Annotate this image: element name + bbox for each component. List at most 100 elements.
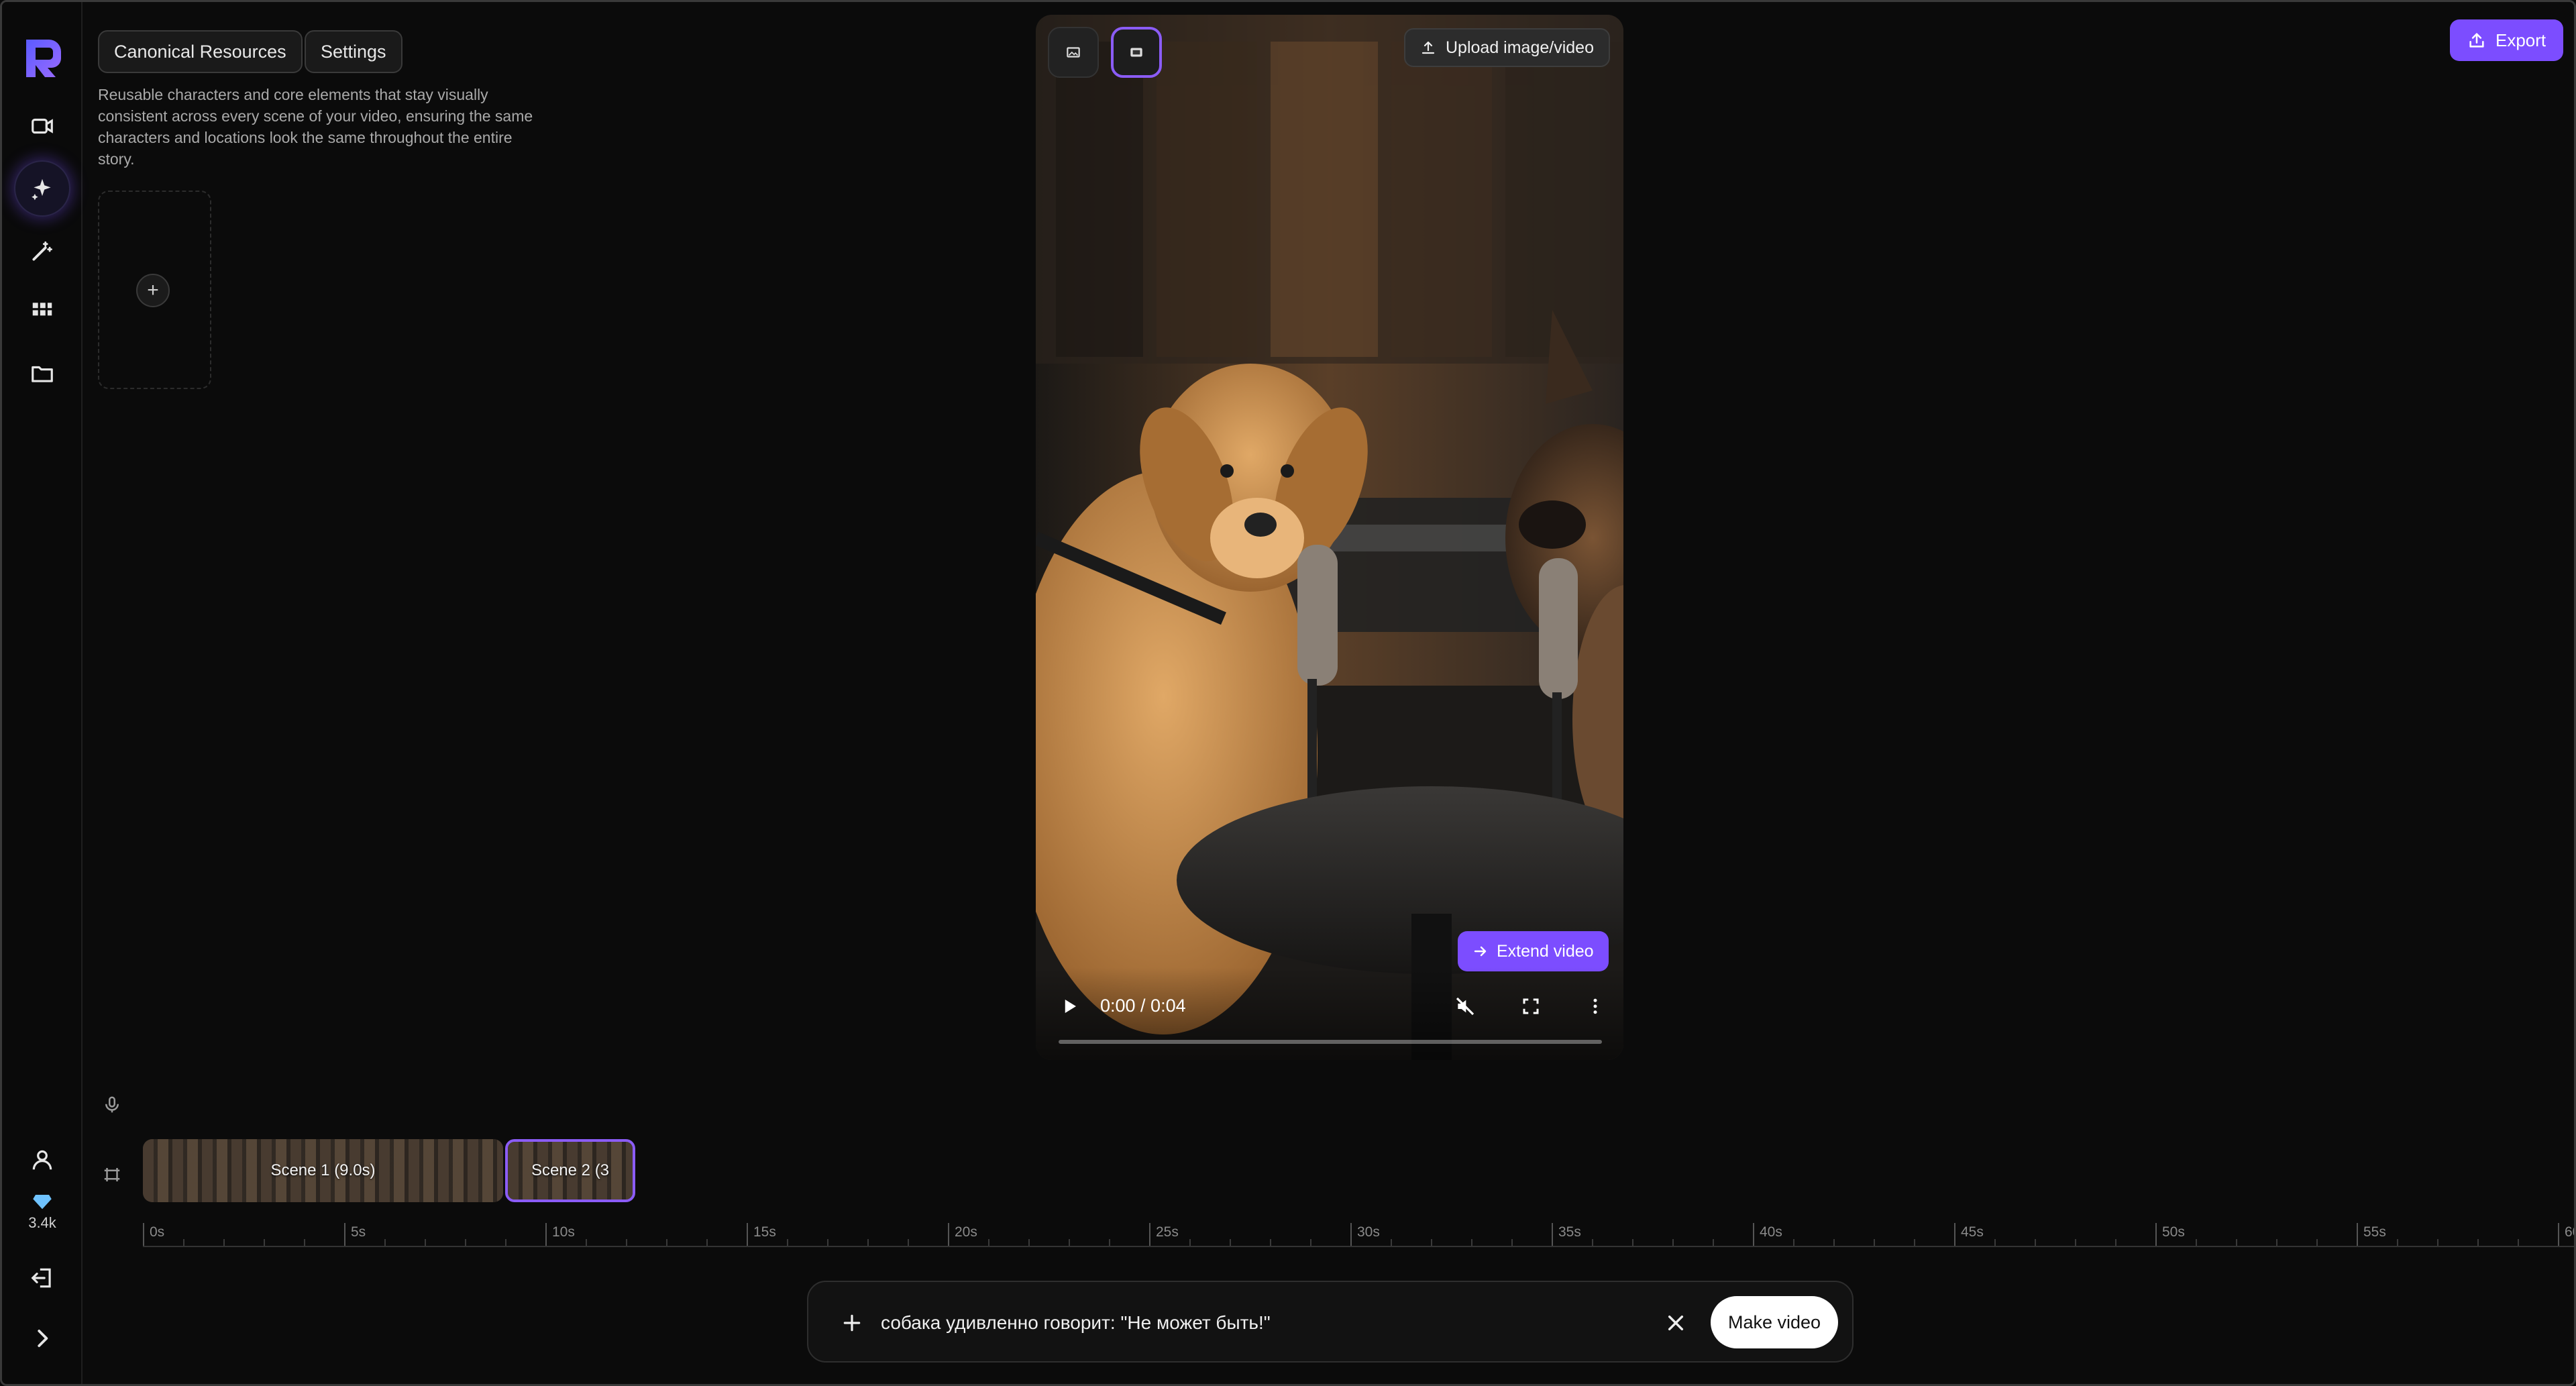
credits-balance: 3.4k bbox=[15, 1193, 69, 1232]
ruler-tick bbox=[425, 1239, 426, 1246]
plus-icon[interactable]: + bbox=[136, 274, 170, 307]
ruler-tick bbox=[988, 1239, 989, 1246]
ruler-tick bbox=[2075, 1239, 2076, 1246]
folder-icon bbox=[32, 366, 53, 382]
video-track-icon[interactable] bbox=[100, 1163, 124, 1187]
add-attachment-button[interactable] bbox=[835, 1306, 869, 1340]
ruler-tick bbox=[867, 1239, 869, 1246]
more-options-button[interactable] bbox=[1580, 992, 1610, 1021]
prompt-input[interactable] bbox=[881, 1306, 1659, 1340]
ruler-tick bbox=[1994, 1239, 1996, 1246]
ruler-major-tick bbox=[1350, 1223, 1352, 1246]
tab-canonical-resources[interactable]: Canonical Resources bbox=[98, 30, 303, 73]
ruler-tick bbox=[1230, 1239, 1231, 1246]
ruler-tick bbox=[1592, 1239, 1593, 1246]
video-preview[interactable]: Upload image/video Extend video 0:00 / 0… bbox=[1036, 15, 1623, 1060]
film-icon bbox=[1130, 48, 1142, 57]
ruler-tick bbox=[626, 1239, 627, 1246]
sidebar-item-files[interactable] bbox=[15, 347, 69, 401]
ruler-tick bbox=[2477, 1239, 2479, 1246]
extend-video-button[interactable]: Extend video bbox=[1458, 931, 1609, 971]
ruler-tick bbox=[1310, 1239, 1311, 1246]
ruler-tick bbox=[2316, 1239, 2318, 1246]
ruler-tick bbox=[2196, 1239, 2197, 1246]
ruler-label: 5s bbox=[351, 1224, 366, 1240]
ruler-label: 40s bbox=[1760, 1224, 1782, 1240]
tab-settings[interactable]: Settings bbox=[305, 30, 402, 73]
export-button[interactable]: Export bbox=[2450, 19, 2564, 61]
ruler-label: 25s bbox=[1156, 1224, 1179, 1240]
ruler-major-tick bbox=[143, 1223, 144, 1246]
upload-media-button[interactable]: Upload image/video bbox=[1404, 28, 1610, 67]
gem-icon bbox=[33, 1195, 52, 1210]
ruler-major-tick bbox=[545, 1223, 547, 1246]
ruler-tick bbox=[2518, 1239, 2519, 1246]
play-button[interactable] bbox=[1056, 993, 1083, 1020]
ruler-tick bbox=[1471, 1239, 1472, 1246]
timeline-clip-scene-2[interactable]: Scene 2 (3 bbox=[505, 1139, 635, 1202]
ruler-tick bbox=[1189, 1239, 1191, 1246]
clip-label: Scene 1 (9.0s) bbox=[270, 1161, 376, 1179]
timeline-clip-scene-1[interactable]: Scene 1 (9.0s) bbox=[143, 1139, 503, 1202]
ruler-label: 45s bbox=[1961, 1224, 1984, 1240]
sidebar-item-generate[interactable] bbox=[15, 162, 69, 215]
add-resource-card[interactable]: + bbox=[98, 191, 211, 389]
ruler-tick bbox=[1713, 1239, 1714, 1246]
make-video-button[interactable]: Make video bbox=[1711, 1296, 1839, 1348]
sidebar-item-video[interactable] bbox=[15, 99, 69, 153]
ruler-tick bbox=[1391, 1239, 1392, 1246]
export-label: Export bbox=[2496, 30, 2546, 50]
sidebar-item-edit[interactable] bbox=[15, 224, 69, 278]
volume-muted-icon bbox=[1456, 997, 1474, 1016]
ruler-tick bbox=[183, 1239, 184, 1246]
sidebar-expand-button[interactable] bbox=[15, 1312, 69, 1365]
ruler-tick bbox=[1632, 1239, 1633, 1246]
ruler-major-tick bbox=[2357, 1223, 2358, 1246]
sidebar-item-apps[interactable] bbox=[15, 284, 69, 338]
upload-label: Upload image/video bbox=[1446, 38, 1594, 57]
ruler-tick bbox=[1270, 1239, 1271, 1246]
timeline-ruler[interactable]: 0s 5s 10s 15s 20s 25s 30s 35s 40s 45s 50s 55s 60 bbox=[143, 1223, 2574, 1247]
mute-button[interactable] bbox=[1450, 992, 1480, 1021]
ruler-tick bbox=[465, 1239, 466, 1246]
view-video-button[interactable] bbox=[1111, 27, 1162, 78]
panel-description: Reusable characters and core elements th… bbox=[98, 86, 533, 168]
ruler-tick bbox=[2276, 1239, 2277, 1246]
ruler-tick bbox=[706, 1239, 708, 1246]
ruler-tick bbox=[908, 1239, 909, 1246]
arrow-right-icon bbox=[1474, 946, 1487, 957]
ruler-major-tick bbox=[2155, 1223, 2157, 1246]
ruler-tick bbox=[2397, 1239, 2398, 1246]
close-icon bbox=[1668, 1315, 1684, 1331]
ruler-tick bbox=[1511, 1239, 1513, 1246]
microphone-icon bbox=[105, 1096, 119, 1113]
extend-label: Extend video bbox=[1497, 941, 1594, 961]
ruler-tick bbox=[1914, 1239, 1915, 1246]
ruler-tick bbox=[1833, 1239, 1835, 1246]
ruler-tick bbox=[787, 1239, 788, 1246]
user-icon bbox=[32, 1150, 52, 1170]
view-image-button[interactable] bbox=[1048, 27, 1099, 78]
more-vertical-icon bbox=[1593, 998, 1597, 1014]
ruler-tick bbox=[586, 1239, 587, 1246]
magic-wand-icon bbox=[32, 241, 52, 261]
sidebar-item-account[interactable] bbox=[15, 1133, 69, 1187]
clear-prompt-button[interactable] bbox=[1659, 1306, 1693, 1340]
ruler-tick bbox=[1028, 1239, 1030, 1246]
upload-icon bbox=[1421, 41, 1435, 54]
ruler-label: 50s bbox=[2162, 1224, 2185, 1240]
audio-track-icon[interactable] bbox=[100, 1093, 124, 1117]
app-logo[interactable] bbox=[17, 33, 68, 84]
ruler-major-tick bbox=[948, 1223, 949, 1246]
video-progress-bar[interactable] bbox=[1059, 1040, 1602, 1044]
chevron-right-icon bbox=[38, 1330, 48, 1347]
ruler-tick bbox=[2437, 1239, 2438, 1246]
credits-count: 3.4k bbox=[28, 1214, 56, 1231]
ruler-label: 55s bbox=[2363, 1224, 2386, 1240]
ruler-tick bbox=[1793, 1239, 1794, 1246]
fullscreen-button[interactable] bbox=[1516, 992, 1546, 1021]
sidebar-item-logout[interactable] bbox=[15, 1251, 69, 1305]
ruler-tick bbox=[666, 1239, 667, 1246]
logout-icon bbox=[31, 1268, 51, 1288]
ruler-tick bbox=[264, 1239, 265, 1246]
